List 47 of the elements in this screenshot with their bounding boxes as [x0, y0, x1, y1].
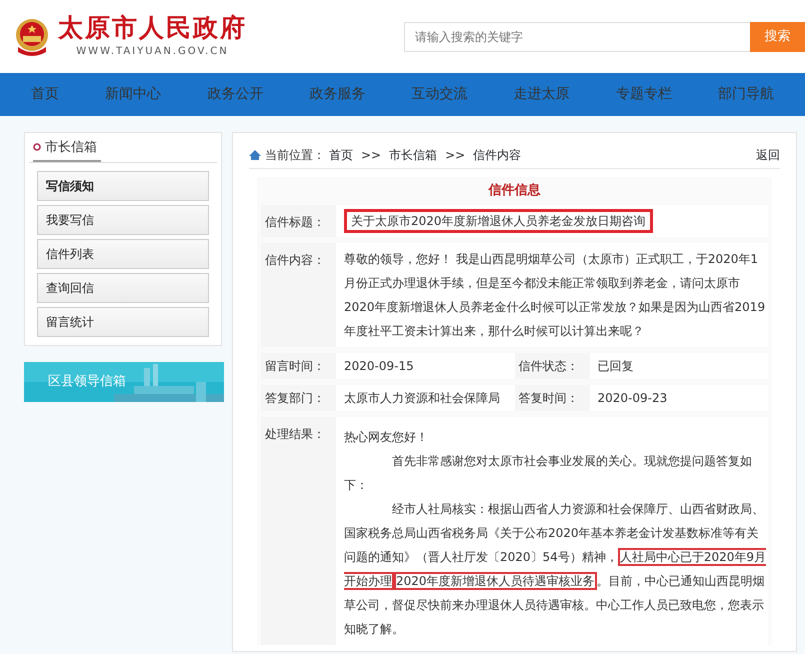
letter-body: 尊敬的领导，您好！ 我是山西昆明烟草公司（太原市）正式职工，于2020年1月份正式办理退休手续，但是至今都没未能正常领取到养老金，请问太原市2020年度新增退休人员养老金什么时候可以正常发放？如果是因为山西省2019年度社平工资未计算出来，那什么时候可以计算出来呢？ — [344, 250, 766, 340]
field-value: 2020-09-15 — [344, 358, 414, 372]
field-label: 答复时间： — [518, 390, 578, 404]
field-value: 太原市人力资源和社会保障局 — [344, 390, 500, 404]
reply-paragraph: 经市人社局核实：根据山西省人力资源和社会保障厅、山西省财政局、国家税务总局山西省税务局《关于公布2020年基本养老金计发基数标准等有关问题的通知》（晋人社厅发〔2020〕54号）精神， 人社局中心已于2020年9月开始办理 2020年度新增退休人员待遇审核业务 。目前，中心已通知山西昆明烟草公司，督促尽快前来办理退休人员待遇审核。中心工作人员已致电您，您表示知晓了解。 — [344, 500, 767, 638]
banner-label: 区县领导信箱 — [48, 373, 126, 392]
field-label: 信件状态： — [518, 358, 578, 372]
breadcrumb-link[interactable]: 首页 — [329, 146, 353, 164]
nav-link[interactable]: 新闻中心 — [105, 84, 162, 105]
field-label: 信件标题： — [265, 214, 325, 228]
nav-link[interactable]: 政务服务 — [309, 84, 366, 105]
letter-title: 关于太原市2020年度新增退休人员养老金发放日期咨询 — [344, 208, 653, 232]
nav-link[interactable]: 走进太原 — [514, 84, 570, 105]
field-label: 留言时间： — [265, 358, 325, 372]
field-value: 2020-09-23 — [598, 390, 668, 404]
section-heading: 信件信息 — [487, 182, 542, 200]
emblem-icon — [14, 16, 50, 56]
home-icon — [249, 150, 261, 160]
sidebar-item[interactable]: 查询回信 — [37, 273, 209, 303]
field-label: 答复部门： — [265, 390, 325, 404]
sidebar-item[interactable]: 信件列表 — [37, 239, 209, 269]
site-url: WWW.TAIYUAN.GOV.CN — [76, 44, 229, 58]
nav-link[interactable]: 政务公开 — [207, 84, 264, 105]
breadcrumb-separator: >> — [445, 146, 466, 164]
reply-paragraph: 首先非常感谢您对太原市社会事业发展的关心。现就您提问题答复如下： — [344, 452, 753, 494]
search-button[interactable]: 搜索 — [750, 22, 805, 52]
sidebar-item[interactable]: 写信须知 — [37, 171, 209, 201]
site-title: 太原市人民政府 — [58, 14, 247, 40]
reply-paragraph: 热心网友您好！ — [344, 428, 429, 446]
sidebar-item[interactable]: 我要写信 — [37, 205, 209, 235]
field-label: 信件内容： — [265, 252, 325, 266]
sidebar-title: 市长信箱 — [45, 138, 97, 156]
nav-link[interactable]: 首页 — [31, 84, 60, 105]
breadcrumb-label: 当前位置： — [265, 146, 325, 164]
field-label: 处理结果： — [265, 426, 325, 440]
nav-link[interactable]: 专题专栏 — [616, 84, 672, 105]
breadcrumb-link[interactable]: 信件内容 — [473, 146, 522, 164]
sidebar-item[interactable]: 留言统计 — [37, 307, 209, 337]
breadcrumb-separator: >> — [361, 146, 382, 164]
breadcrumb-link[interactable]: 市长信箱 — [389, 146, 438, 164]
leader-mailbox-banner[interactable]: 区县领导信箱 — [24, 362, 224, 402]
nav-link[interactable]: 部门导航 — [718, 84, 774, 105]
nav-link[interactable]: 互动交流 — [412, 84, 468, 105]
back-link[interactable]: 返回 — [756, 146, 780, 164]
search-field[interactable]: 请输入搜索的关键字 — [404, 22, 750, 52]
field-value: 已回复 — [598, 358, 634, 372]
circle-icon — [33, 143, 41, 152]
